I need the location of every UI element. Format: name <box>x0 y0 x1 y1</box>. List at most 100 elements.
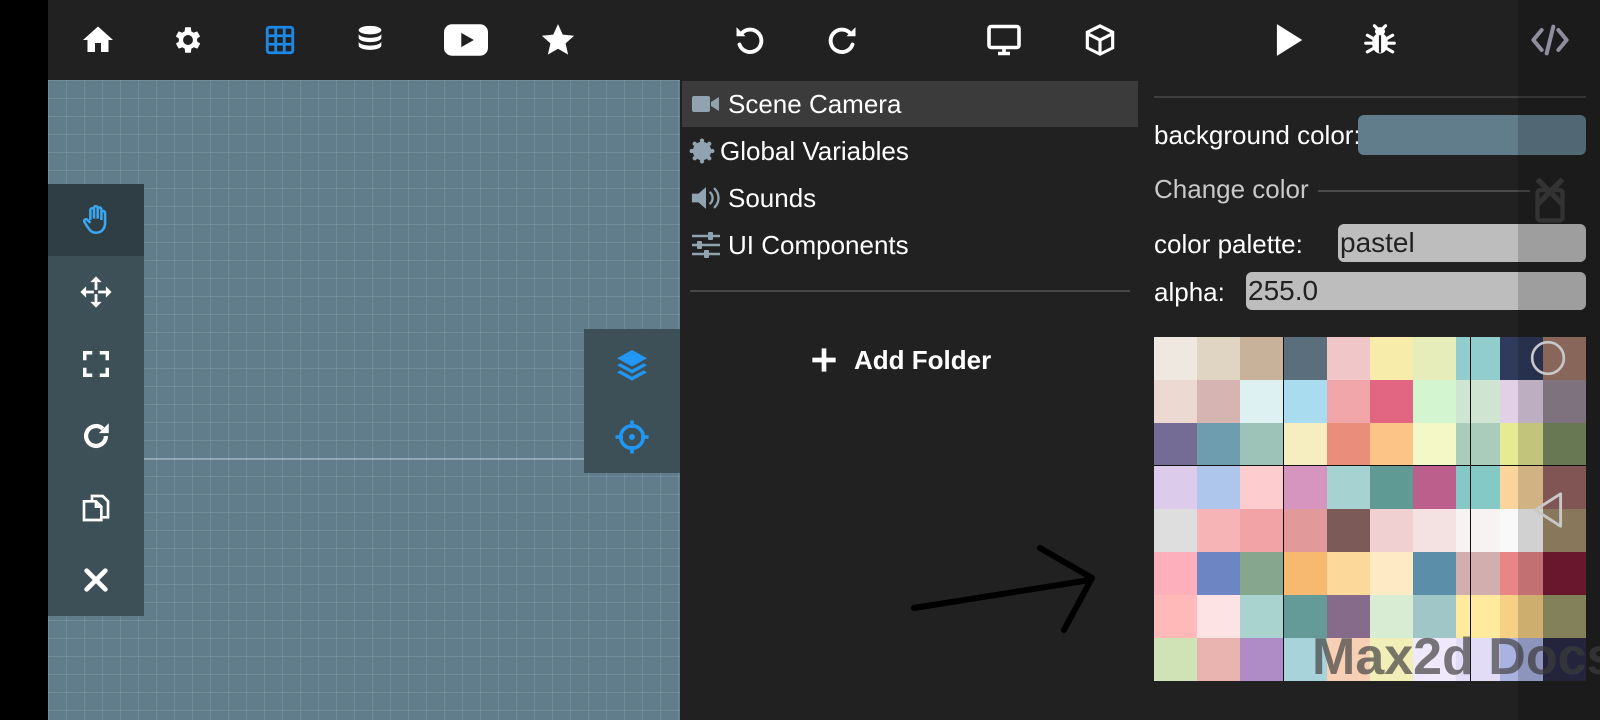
hierarchy-item-ui-components[interactable]: UI Components <box>682 222 1138 268</box>
color-swatch[interactable] <box>1283 423 1327 466</box>
change-color-heading: Change color <box>1154 174 1309 204</box>
viewport-side-tools <box>584 329 680 473</box>
color-swatch[interactable] <box>1456 337 1500 380</box>
color-swatch[interactable] <box>1456 552 1500 595</box>
grid-icon[interactable] <box>258 18 302 62</box>
color-swatch[interactable] <box>1456 380 1500 423</box>
hierarchy-item-label: Scene Camera <box>728 88 902 119</box>
color-swatch[interactable] <box>1283 380 1327 423</box>
color-swatch[interactable] <box>1326 423 1370 466</box>
star-icon[interactable] <box>536 18 580 62</box>
color-swatch[interactable] <box>1240 595 1284 638</box>
close-icon[interactable] <box>48 544 144 616</box>
color-swatch[interactable] <box>1240 552 1284 595</box>
youtube-icon[interactable] <box>438 18 494 62</box>
hierarchy-item-global-variables[interactable]: Global Variables <box>682 128 1138 174</box>
color-swatch[interactable] <box>1154 423 1198 466</box>
close-icon[interactable] <box>1528 174 1572 224</box>
color-swatch[interactable] <box>1456 466 1500 509</box>
color-swatch[interactable] <box>1154 380 1198 423</box>
color-swatch[interactable] <box>1326 466 1370 509</box>
color-swatch[interactable] <box>1326 380 1370 423</box>
color-swatch[interactable] <box>1154 552 1198 595</box>
back-icon[interactable] <box>1530 488 1566 532</box>
color-swatch[interactable] <box>1413 552 1457 595</box>
color-swatch[interactable] <box>1413 337 1457 380</box>
color-swatch[interactable] <box>1154 595 1198 638</box>
color-swatch[interactable] <box>1370 380 1414 423</box>
color-swatch[interactable] <box>1154 638 1198 681</box>
color-swatch[interactable] <box>1370 466 1414 509</box>
hand-icon[interactable] <box>48 184 144 256</box>
home-icon[interactable] <box>76 18 120 62</box>
color-swatch[interactable] <box>1456 423 1500 466</box>
color-swatch[interactable] <box>1413 423 1457 466</box>
color-swatch[interactable] <box>1154 509 1198 552</box>
color-swatch[interactable] <box>1197 466 1241 509</box>
color-swatch[interactable] <box>1370 423 1414 466</box>
hierarchy-item-sounds[interactable]: Sounds <box>682 175 1138 221</box>
color-swatch[interactable] <box>1154 466 1198 509</box>
add-folder-button[interactable]: Add Folder <box>810 338 991 382</box>
plus-icon <box>810 346 838 374</box>
color-swatch[interactable] <box>1283 552 1327 595</box>
move-icon[interactable] <box>48 256 144 328</box>
alpha-label: alpha: <box>1154 277 1225 307</box>
expand-icon[interactable] <box>48 328 144 400</box>
crosshair-icon[interactable] <box>584 401 680 473</box>
color-swatch[interactable] <box>1370 337 1414 380</box>
color-swatch[interactable] <box>1197 337 1241 380</box>
color-swatch[interactable] <box>1326 509 1370 552</box>
overlay-nav-strip <box>1518 0 1600 720</box>
home-circle-icon[interactable] <box>1528 338 1568 378</box>
top-toolbar <box>48 0 1600 80</box>
color-swatch[interactable] <box>1240 466 1284 509</box>
color-swatch[interactable] <box>1413 466 1457 509</box>
change-color-divider <box>1318 190 1530 192</box>
color-swatch[interactable] <box>1197 595 1241 638</box>
color-swatch[interactable] <box>1283 337 1327 380</box>
tool-palette <box>48 184 144 616</box>
layers-icon[interactable] <box>584 329 680 401</box>
color-swatch[interactable] <box>1197 423 1241 466</box>
color-swatch[interactable] <box>1240 337 1284 380</box>
color-swatch[interactable] <box>1240 380 1284 423</box>
color-swatch[interactable] <box>1456 509 1500 552</box>
color-swatch[interactable] <box>1197 509 1241 552</box>
video-camera-icon <box>688 94 724 114</box>
color-swatch[interactable] <box>1413 509 1457 552</box>
color-swatch[interactable] <box>1197 552 1241 595</box>
undo-icon[interactable] <box>728 18 772 62</box>
cube-icon[interactable] <box>1078 18 1122 62</box>
color-swatch[interactable] <box>1197 380 1241 423</box>
add-folder-label: Add Folder <box>854 344 992 375</box>
bug-icon[interactable] <box>1358 18 1402 62</box>
monitor-icon[interactable] <box>982 18 1026 62</box>
play-icon[interactable] <box>1266 18 1310 62</box>
color-swatch[interactable] <box>1283 509 1327 552</box>
database-icon[interactable] <box>348 18 392 62</box>
redo-icon[interactable] <box>820 18 864 62</box>
color-swatch[interactable] <box>1154 337 1198 380</box>
speaker-icon <box>688 185 724 211</box>
annotation-arrow <box>911 545 1095 633</box>
color-swatch[interactable] <box>1197 638 1241 681</box>
color-swatch[interactable] <box>1240 509 1284 552</box>
copy-icon[interactable] <box>48 472 144 544</box>
grid-divider <box>1283 337 1284 681</box>
hierarchy-item-label: UI Components <box>728 229 909 260</box>
color-swatch[interactable] <box>1370 552 1414 595</box>
color-swatch[interactable] <box>1283 466 1327 509</box>
gear-icon[interactable] <box>166 18 210 62</box>
hierarchy-item-scene-camera[interactable]: Scene Camera <box>682 81 1138 127</box>
color-swatch[interactable] <box>1413 380 1457 423</box>
color-palette-label: color palette: <box>1154 229 1303 259</box>
color-swatch[interactable] <box>1326 337 1370 380</box>
background-color-label: background color: <box>1154 120 1361 150</box>
color-swatch[interactable] <box>1326 552 1370 595</box>
color-swatch[interactable] <box>1240 423 1284 466</box>
color-swatch[interactable] <box>1370 509 1414 552</box>
color-swatch[interactable] <box>1240 638 1284 681</box>
sliders-icon <box>688 232 724 258</box>
rotate-icon[interactable] <box>48 400 144 472</box>
